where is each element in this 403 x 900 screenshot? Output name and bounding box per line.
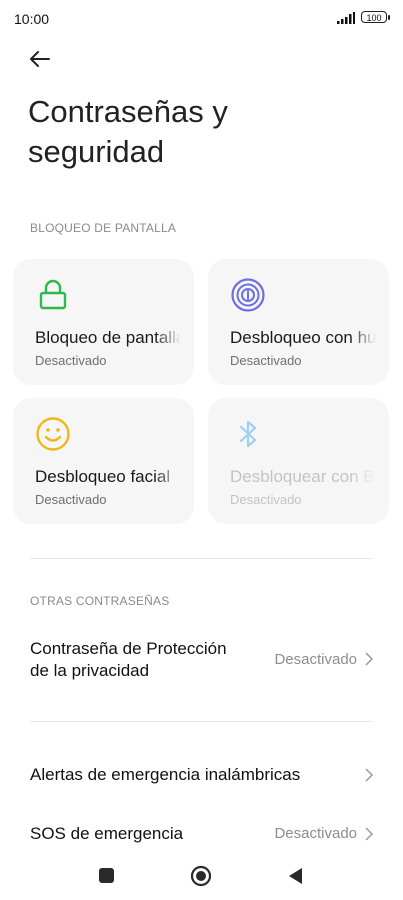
tile-face-unlock-status: Desactivado [35,492,107,507]
chevron-right-icon [365,652,374,666]
page-title: Contraseñas y seguridad [28,94,228,169]
home-circle-icon[interactable] [190,865,212,887]
bluetooth-icon [239,420,257,448]
battery-icon: 100 [361,11,390,23]
section-label-other-passwords: OTRAS CONTRASEÑAS [30,594,170,608]
privacy-password-title-line1: Contraseña de Protección [30,639,227,658]
tile-screen-lock-status: Desactivado [35,353,107,368]
tile-face-unlock-title: Desbloqueo facial [35,467,171,486]
back-triangle-icon[interactable] [286,866,304,886]
chevron-right-icon [365,768,374,782]
smile-icon [36,417,70,451]
sos-emergency-value: Desactivado [274,825,357,842]
privacy-password-title-line2: de la privacidad [30,661,150,680]
navigation-bar [0,855,403,900]
recents-square-icon[interactable] [99,868,114,883]
tile-fingerprint-status: Desactivado [230,353,302,368]
tile-face-unlock[interactable]: Desbloqueo facial Desactivado [13,398,194,524]
status-time: 10:00 [14,11,50,27]
section-label-screen-lock: BLOQUEO DE PANTALLA [30,221,177,235]
tile-screen-lock[interactable]: Bloqueo de pantalla Desactivado [13,259,194,385]
tile-bluetooth-title: Desbloquear con Bluetooth [230,467,376,486]
tile-screen-lock-title: Bloqueo de pantalla [35,328,181,347]
fingerprint-icon [231,278,265,312]
privacy-password-row[interactable]: Contraseña de Protección de la privacida… [0,630,403,692]
signal-icon [337,12,355,24]
battery-level: 100 [366,13,382,23]
tile-fingerprint-unlock[interactable]: Desbloqueo con huella Desactivado [208,259,389,385]
tile-bluetooth-status: Desactivado [230,492,302,507]
tile-fingerprint-title: Desbloqueo con huella [230,328,376,347]
divider [30,721,373,722]
divider [30,558,373,559]
chevron-right-icon [365,827,374,841]
privacy-password-title: Contraseña de Protección de la privacida… [30,638,227,682]
status-bar: 10:00 100 [0,0,403,36]
sos-emergency-row[interactable]: SOS de emergencia Desactivado [0,815,403,853]
wireless-emergency-alerts-row[interactable]: Alertas de emergencia inalámbricas [0,756,403,794]
tile-bluetooth-unlock[interactable]: Desbloquear con Bluetooth Desactivado [208,398,389,524]
back-arrow-icon[interactable] [26,45,54,73]
wireless-emergency-alerts-title: Alertas de emergencia inalámbricas [30,765,301,784]
sos-emergency-title: SOS de emergencia [30,824,184,843]
lock-icon [39,279,67,310]
privacy-password-value: Desactivado [274,651,357,668]
